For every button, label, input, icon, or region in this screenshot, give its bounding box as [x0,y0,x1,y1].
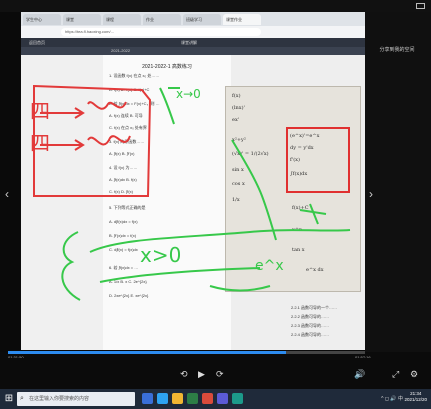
question-line: A. f(x) 连续 B. 可导 [109,113,143,118]
back-home-link[interactable]: 返回首页 [29,38,45,47]
rewind-icon[interactable]: ⟲ [180,369,188,379]
photo-line: x^n [292,227,303,233]
photo-line: (√x)' = 1/(2√x) [232,151,269,157]
list-item[interactable]: 2.2.4 函数可导的…… [291,332,329,338]
forward-icon[interactable]: ⟳ [216,369,224,379]
photo-line: tan x [292,247,305,253]
share-label[interactable]: 分享到我的空间 [369,47,425,54]
year-bar: 2021-2022 [21,47,365,55]
question-line: 6. 若 ∫f(x)dx = … [109,265,139,270]
progress-fill [8,351,287,354]
red-highlight-box [286,127,350,193]
question-line: A. f(x) B. f'(x) C. f(x)+C [109,87,150,92]
question-line: 4. 设 f(x) 为…… [109,165,138,170]
volume-icon[interactable]: 🔊 [354,369,365,379]
app-icon[interactable] [202,393,213,404]
window-icon[interactable] [416,3,425,9]
url-field[interactable]: https://tea.fl.haoxing.com/... [61,28,261,36]
photo-line: (lnx)' [232,105,245,111]
document-page: 2021-2022-1 高数练习 1. 设函数 f(x) 在点 x₀ 处…… A… [103,55,231,350]
browser-tab[interactable]: 作业 [143,14,181,25]
question-line: 2. 若 ∫f(x)dx = F(x)+C，则 … [109,101,160,106]
clock-date: 2021/12/20 [404,397,427,402]
photo-line: 1/x [232,197,240,203]
player-top-bar [0,0,431,12]
start-icon[interactable]: ⊞ [2,392,16,406]
app-icon[interactable] [232,393,243,404]
prev-arrow-icon[interactable]: ‹ [5,188,9,200]
photo-line: e^x dx [306,267,324,273]
folder-icon[interactable] [172,393,183,404]
photo-line: f(x) [232,93,241,99]
search-icon: ⌕ [20,395,24,402]
clock[interactable]: 21:34 2021/12/20 [404,391,427,403]
list-item[interactable]: 2.2.3 函数可导的…… [291,323,329,329]
photo-line: ex' [232,117,240,123]
task-view-icon[interactable] [142,393,153,404]
browser-tab[interactable]: 课堂 [63,14,101,25]
handwritten-photo: f(x) (lnx)' ex' (e^x)'=e^x dy = y'dx f'(… [225,86,361,292]
question-line: A. 1/x B. x C. 2e^{2x} [109,279,147,284]
photo-line: cos x [232,181,245,187]
fullscreen-icon[interactable]: ⤢ [392,369,399,379]
app-icon[interactable] [217,393,228,404]
question-line: B. ∫f'(x)dx = f(x) [109,233,137,238]
player-right-panel [365,12,431,352]
player-controls: ⟲ ▶ ⟳ 🔊 ⤢ ⚙ [0,358,431,388]
browser-tab-active[interactable]: 课堂作业 [223,14,261,25]
question-line: 1. 设函数 f(x) 在点 x₀ 处…… [109,73,160,78]
app-title: 课堂讲解 [181,40,197,45]
browser-tab[interactable]: 学生中心 [23,14,61,25]
photo-line: sin x [232,167,244,173]
browser-tab[interactable]: 课程 [103,14,141,25]
settings-icon[interactable]: ⚙ [410,369,418,379]
photo-line: x²+y² [232,137,246,143]
system-tray[interactable]: ^ ◻ 🔊 中 [381,395,403,402]
browser-tab[interactable]: 班级学习 [183,14,221,25]
photo-line: f(x)+C [292,205,309,211]
tab-strip: 学生中心 课堂 课程 作业 班级学习 课堂作业 [21,12,365,26]
app-header: 返回首页 课堂讲解 [21,38,365,47]
next-arrow-icon[interactable]: › [369,188,373,200]
question-line: C. f(x) D. ∫f(x) [109,189,133,194]
player-left-margin [0,12,20,352]
question-line: 5. 下列等式正确的是 [109,205,146,210]
question-line: C. f(x) 在点 x₀ 处有界 [109,125,147,130]
left-panel [21,55,103,350]
play-icon[interactable]: ▶ [198,369,205,379]
question-line: D. 2xe^{2x} E. xe^{2x} [109,293,149,298]
list-item[interactable]: 2.2.2 函数可导的…… [291,314,329,320]
list-item[interactable]: 2.2.1 函数可导的一个…… [291,305,337,311]
question-line: 3. f(x) 的原函数…… [109,139,145,144]
document-title: 2021-2022-1 高数练习 [142,64,192,70]
browser-icon[interactable] [157,393,168,404]
question-line: A. ∫f(x)dx B. f(x) [109,177,137,182]
question-line: A. d∫f(x)dx = f(x) [109,219,138,224]
app-icon[interactable] [187,393,198,404]
question-line: A. ∫f(x) B. ∫f'(x) [109,151,135,156]
taskbar-search-input[interactable]: 在这里输入你要搜索的内容 [17,392,135,406]
question-line: C. d∫f(x) = f(x)dx [109,247,138,252]
year-badge[interactable]: 2021-2022 [111,47,130,55]
